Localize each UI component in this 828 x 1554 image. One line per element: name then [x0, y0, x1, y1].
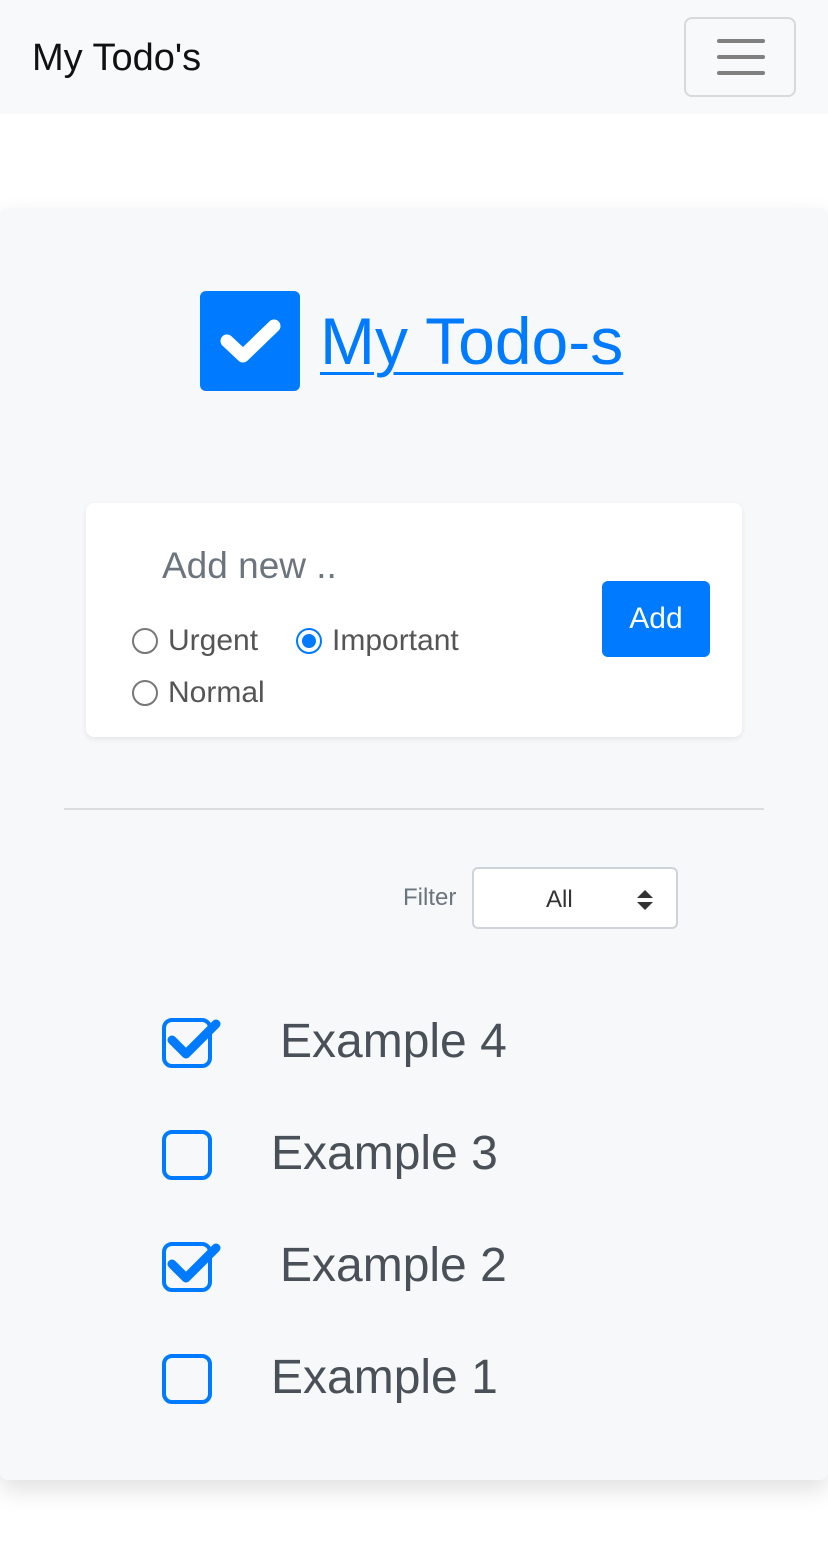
unchecked-checkbox-icon[interactable]: [162, 1352, 214, 1404]
navbar-toggler-button[interactable]: [684, 17, 796, 97]
check-square-icon: [200, 291, 300, 391]
radio-button-checked-icon[interactable]: [296, 628, 322, 654]
priority-label: Important: [332, 624, 459, 657]
app-header: My Todo-s: [200, 291, 623, 391]
todo-label: Example 3: [271, 1127, 498, 1180]
priority-label: Urgent: [168, 624, 259, 657]
filter-selected-value: All: [546, 886, 573, 913]
checked-checkbox-icon[interactable]: [162, 1240, 222, 1292]
todo-item[interactable]: Example 1: [162, 1350, 498, 1406]
navbar-brand[interactable]: My Todo's: [32, 36, 201, 80]
priority-radio-important[interactable]: Important: [296, 624, 459, 658]
filter-label: Filter: [403, 884, 457, 911]
checked-checkbox-icon[interactable]: [162, 1016, 222, 1068]
add-button[interactable]: Add: [602, 581, 710, 657]
todo-label: Example 2: [280, 1239, 507, 1292]
radio-button-icon[interactable]: [132, 680, 158, 706]
priority-label: Normal: [168, 676, 265, 709]
sort-arrows-icon: [637, 890, 653, 910]
navbar: My Todo's: [0, 0, 828, 114]
priority-radio-urgent[interactable]: Urgent: [132, 624, 258, 658]
priority-radio-normal[interactable]: Normal: [132, 676, 265, 710]
filter-select[interactable]: All: [472, 867, 678, 929]
todo-item[interactable]: Example 2: [162, 1238, 507, 1294]
todo-item[interactable]: Example 4: [162, 1014, 507, 1070]
todo-label: Example 4: [280, 1015, 507, 1068]
todo-label: Example 1: [271, 1351, 498, 1404]
todo-item[interactable]: Example 3: [162, 1126, 498, 1182]
divider: [64, 808, 764, 810]
add-todo-input[interactable]: [162, 540, 562, 592]
app-title-link[interactable]: My Todo-s: [320, 291, 623, 391]
unchecked-checkbox-icon[interactable]: [162, 1128, 214, 1180]
radio-button-icon[interactable]: [132, 628, 158, 654]
